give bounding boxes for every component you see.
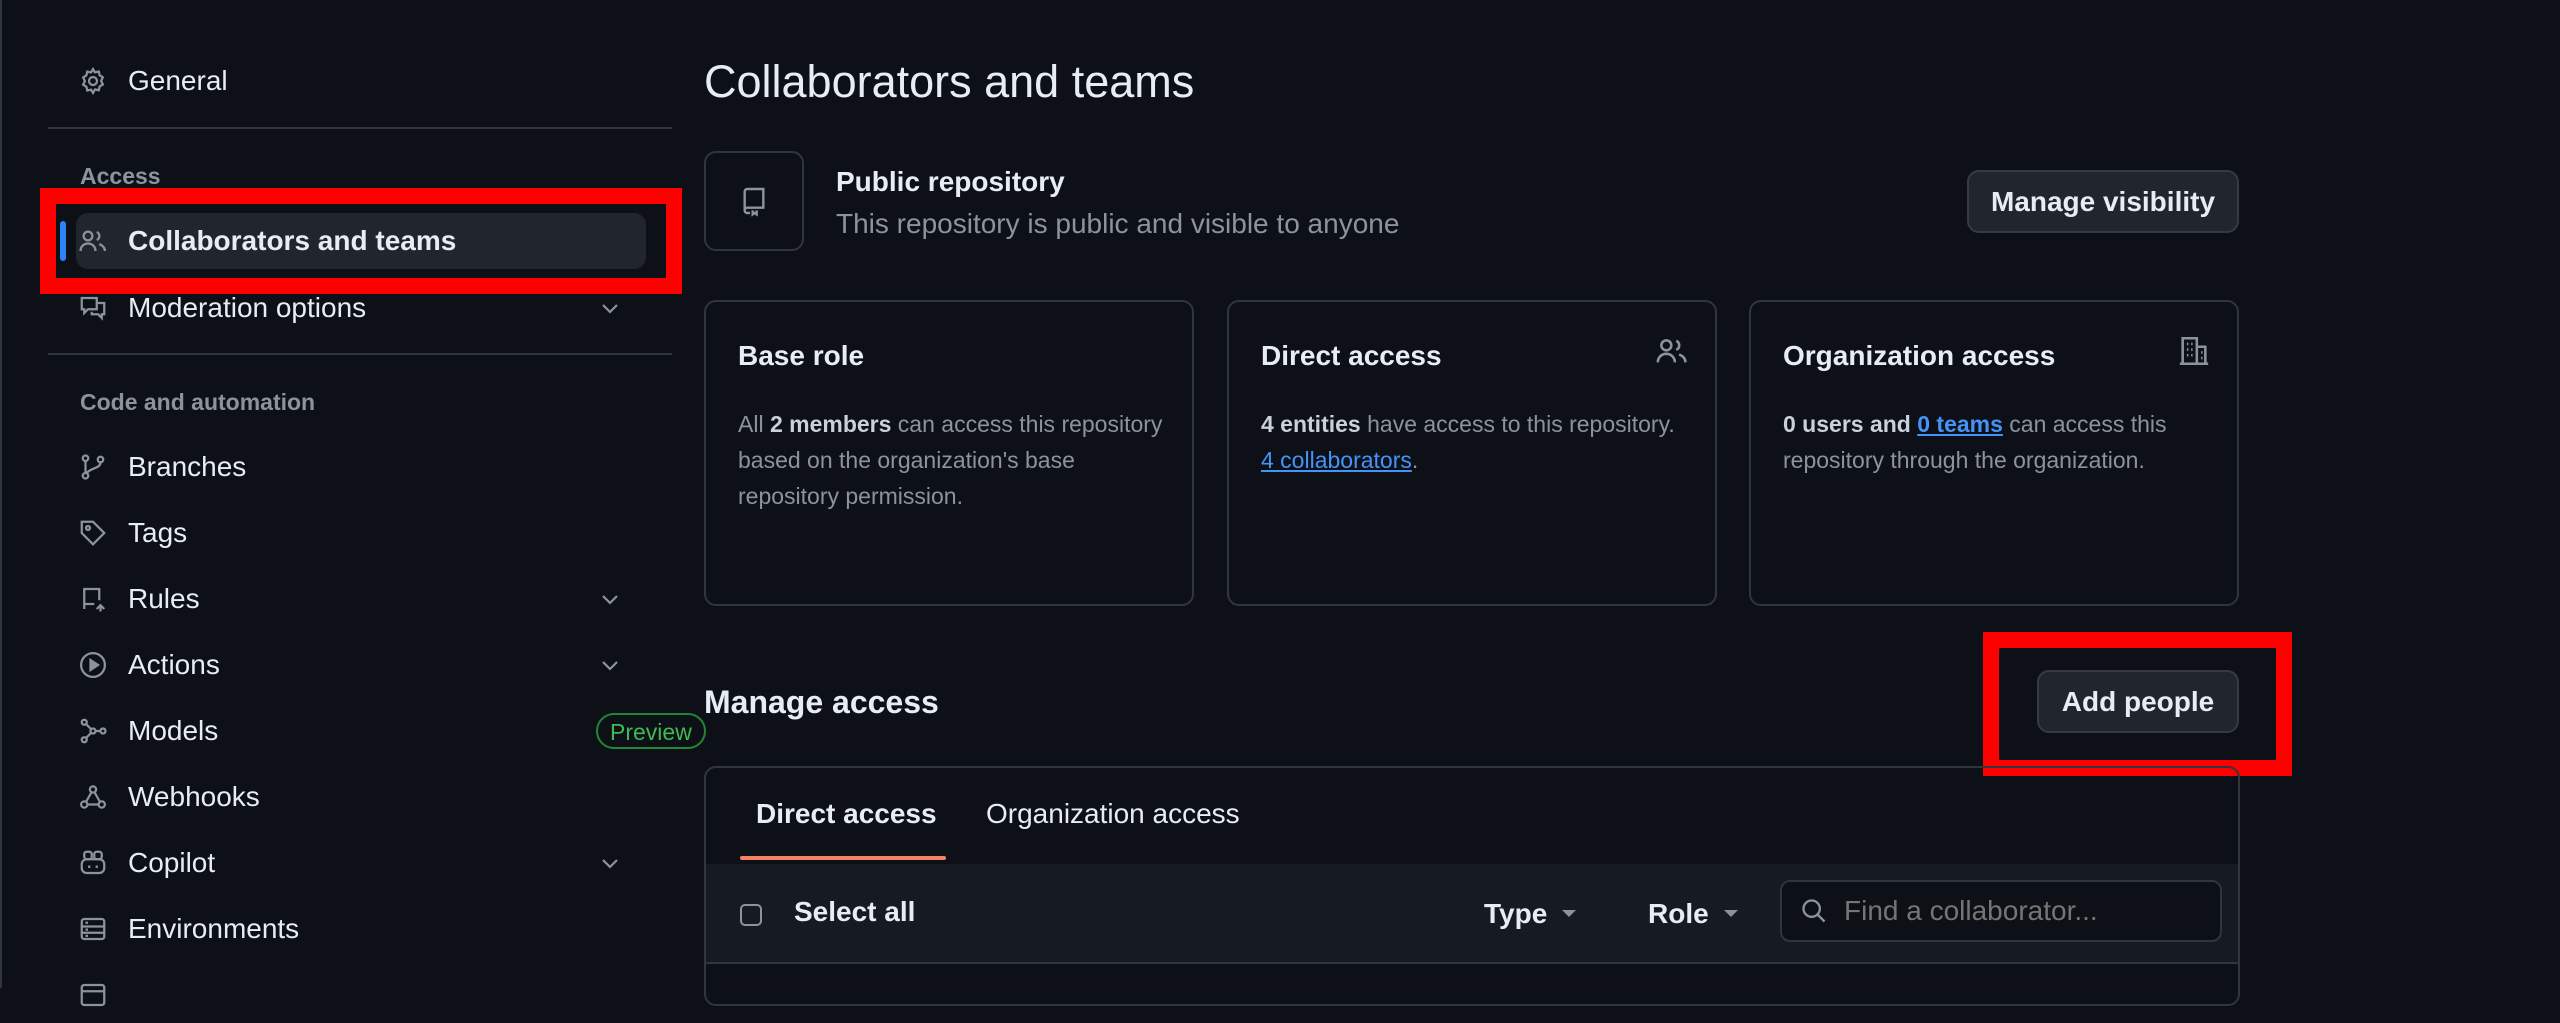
sidebar-item-label: Environments	[128, 913, 300, 944]
role-filter-label: Role	[1648, 898, 1709, 929]
collaborator-search[interactable]	[1780, 880, 2222, 942]
highlight-add-people	[1983, 632, 2292, 776]
table-icon	[76, 978, 110, 1012]
collaborators-link[interactable]: 4 collaborators	[1261, 447, 1412, 473]
teams-link[interactable]: 0 teams	[1917, 411, 2003, 437]
card-body: 4 entities have access to this repositor…	[1261, 406, 1691, 478]
sidebar-heading-code: Code and automation	[80, 389, 316, 415]
collaborators-panel: Direct access Organization access Select…	[704, 766, 2240, 1006]
preview-badge: Preview	[596, 713, 706, 749]
active-tab-underline	[740, 856, 946, 860]
sidebar-item-general[interactable]: General	[76, 53, 646, 109]
card-text: have access to this repository.	[1360, 411, 1675, 437]
sidebar-heading-access: Access	[80, 163, 161, 189]
sidebar-item-branches[interactable]: Branches	[76, 439, 646, 495]
access-tabs: Direct access Organization access	[706, 768, 2238, 866]
people-icon	[1655, 334, 1689, 368]
sidebar-item-label: Webhooks	[128, 781, 260, 812]
card-body: All 2 members can access this repository…	[738, 406, 1168, 514]
triangle-down-icon	[1723, 909, 1739, 919]
sidebar-item-webhooks[interactable]: Webhooks	[76, 769, 646, 825]
chevron-down-icon[interactable]	[598, 851, 622, 875]
repo-push-icon	[76, 582, 110, 616]
direct-access-card: Direct access 4 entities have access to …	[1227, 300, 1717, 606]
organization-access-card: Organization access 0 users and 0 teams …	[1749, 300, 2239, 606]
sidebar-item-label: Branches	[128, 451, 247, 482]
chevron-down-icon[interactable]	[598, 653, 622, 677]
triangle-down-icon	[1561, 909, 1577, 919]
chevron-down-icon[interactable]	[598, 296, 622, 320]
server-icon	[76, 912, 110, 946]
collaborators-toolbar: Select all Type Role	[706, 864, 2238, 964]
repo-icon	[738, 185, 770, 217]
tab-direct-access[interactable]: Direct access	[756, 798, 937, 830]
comment-discussion-icon	[76, 291, 110, 325]
gear-icon	[76, 64, 110, 98]
sidebar-item-label: Copilot	[128, 847, 216, 878]
copilot-icon	[76, 846, 110, 880]
sidebar-item-copilot[interactable]: Copilot	[76, 835, 646, 891]
chevron-down-icon[interactable]	[598, 587, 622, 611]
sidebar-item-models[interactable]: Models Preview	[76, 703, 706, 759]
sidebar-item-label: Actions	[128, 649, 220, 680]
sidebar-divider	[48, 127, 672, 129]
search-input[interactable]	[1842, 894, 2206, 928]
git-branch-icon	[76, 450, 110, 484]
models-icon	[76, 714, 110, 748]
card-title: Direct access	[1261, 340, 1442, 371]
play-icon	[76, 648, 110, 682]
card-strong: 2 members	[769, 411, 892, 437]
sidebar-item-environments[interactable]: Environments	[76, 901, 646, 957]
search-icon	[1800, 897, 1828, 925]
tab-organization-access[interactable]: Organization access	[986, 798, 1240, 830]
repo-icon-box	[704, 151, 804, 251]
sidebar-item-label: Tags	[128, 517, 188, 548]
sidebar-item-tags[interactable]: Tags	[76, 505, 646, 561]
card-body: 0 users and 0 teams can access this repo…	[1783, 406, 2213, 478]
base-role-card: Base role All 2 members can access this …	[704, 300, 1194, 606]
role-filter[interactable]: Role	[1648, 894, 1739, 934]
select-all-checkbox[interactable]	[740, 904, 762, 926]
card-text: .	[1411, 447, 1419, 473]
sidebar-item-actions[interactable]: Actions	[76, 637, 646, 693]
sidebar-item-next[interactable]	[76, 967, 646, 1023]
card-title: Base role	[738, 340, 865, 371]
type-filter-label: Type	[1484, 898, 1548, 929]
organization-icon	[2177, 334, 2211, 368]
manage-visibility-button[interactable]: Manage visibility	[1967, 170, 2239, 233]
card-text: All	[738, 411, 770, 437]
card-strong: 4 entities	[1261, 411, 1361, 437]
sidebar-item-label: Models	[128, 715, 219, 746]
select-all-label: Select all	[794, 896, 916, 927]
highlight-collaborators	[40, 188, 682, 294]
type-filter[interactable]: Type	[1484, 894, 1577, 934]
sidebar-item-rules[interactable]: Rules	[76, 571, 646, 627]
webhook-icon	[76, 780, 110, 814]
manage-access-heading: Manage access	[704, 684, 939, 720]
sidebar-item-label: Rules	[128, 583, 200, 614]
card-title: Organization access	[1783, 340, 2056, 371]
sidebar-divider	[48, 353, 672, 355]
window-edge	[0, 0, 2, 988]
visibility-title: Public repository	[836, 166, 1065, 197]
page-title: Collaborators and teams	[704, 56, 1195, 107]
sidebar-item-label: General	[128, 65, 228, 96]
tag-icon	[76, 516, 110, 550]
sidebar-item-label: Moderation options	[128, 292, 367, 323]
card-strong: 0 users and	[1783, 411, 1911, 437]
visibility-description: This repository is public and visible to…	[836, 208, 1400, 239]
